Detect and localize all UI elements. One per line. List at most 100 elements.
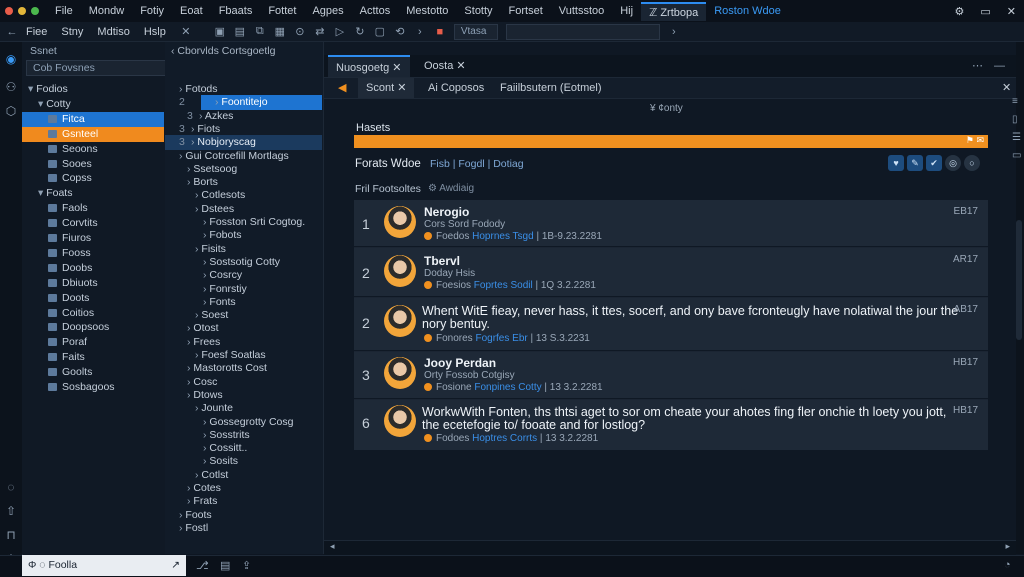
sidebar-item[interactable]: ▾ Cotty [22,97,164,112]
close-icon[interactable]: ✕ [999,5,1024,18]
file-icon[interactable]: ▤ [234,25,246,38]
toolbar-label[interactable]: Hslp [144,26,166,38]
menu-item[interactable]: Agpes [304,5,351,17]
subtab-scont[interactable]: Scont ✕ [358,78,415,98]
subtab-format[interactable]: Faiilbsutern (Eotmel) [492,78,609,98]
post-author[interactable]: Nerogio [424,205,469,219]
circle-icon[interactable]: ○ [964,155,980,171]
window-restore-icon[interactable]: ▭ [972,5,998,18]
sidebar-item[interactable]: Poraf [22,335,164,350]
meta-link[interactable]: Hoprnes Tsgd [472,231,534,242]
post-text[interactable]: WorkwWith Fonten, ths thtsi aget to sor … [422,406,962,432]
menu-item[interactable]: File [47,5,81,17]
run-icon[interactable]: ▷ [334,25,346,38]
sidebar-item[interactable]: Doots [22,291,164,306]
sidebar-item[interactable]: Copss [22,171,164,186]
sidebar-item[interactable]: ▾ Fodios [22,82,164,97]
post-card[interactable]: 2 Whent WitE fieay, never hass, it ttes,… [354,298,988,351]
sidebar-item[interactable]: Fooss [22,246,164,261]
bar-actions-icon[interactable]: ⚑ ✉ [966,135,984,146]
menu-item[interactable]: Mondw [81,5,132,17]
close-icon[interactable]: ✕ [456,60,465,72]
extensions-icon[interactable]: ⬡ [4,104,18,118]
horizontal-scrollbar[interactable]: ◂ ▸ [324,540,1016,555]
menu-item[interactable]: Eoat [172,5,211,17]
status-mode[interactable]: Φ ◌ Foolla ↗ [22,555,186,576]
pin-icon[interactable]: ⊙ [294,25,306,38]
share-icon[interactable]: ⇧ [4,504,18,518]
branch-icon[interactable]: ⎇ [196,559,209,572]
section-links[interactable]: Fisb | Fogdl | Dotiag [430,158,524,170]
sidebar-item[interactable]: Corvtits [22,216,164,231]
menu-item[interactable]: Fortset [501,5,551,17]
maximize-window-icon[interactable] [31,7,39,15]
menu-item[interactable]: Acttos [352,5,399,17]
sidebar-item[interactable]: Sooes [22,157,164,172]
menu-item[interactable]: Stotty [456,5,500,17]
edit-icon[interactable]: ✎ [907,155,923,171]
sidebar-item[interactable]: Fitca [22,111,164,127]
heart-icon[interactable]: ♥ [888,155,904,171]
sidebar-item[interactable]: Sosbagoos [22,380,164,395]
post-author[interactable]: Jooy Perdan [424,356,496,370]
toolbar-search-input[interactable]: Vtasa [453,23,498,40]
copy-icon[interactable]: ⧉ [254,25,266,38]
close-window-icon[interactable] [5,7,13,15]
subtab-compose[interactable]: Ai Coposos [420,78,492,98]
sidebar-item[interactable]: Dbiuots [22,276,164,291]
check-icon[interactable]: ✔ [926,155,942,171]
post-card[interactable]: 2 Tbervl Doday Hsis Foesios Foprtes Sodi… [354,248,988,297]
vertical-scrollbar-thumb[interactable] [1016,220,1022,340]
users-icon[interactable]: ⚇ [4,80,18,94]
menu-item[interactable]: Mestotto [398,5,456,17]
post-text[interactable]: Whent WitE fieay, never hass, it ttes, s… [422,305,962,331]
sidebar-item[interactable]: Gsnteel [22,126,164,142]
sync-icon[interactable]: ▤ [220,559,230,572]
post-author[interactable]: Tbervl [424,254,460,268]
list-icon[interactable]: ☰ [1012,132,1021,143]
menu-item[interactable]: Fottet [260,5,304,17]
active-window-tab[interactable]: ℤ Zrtbopa [641,1,707,21]
toolbar-address-field[interactable] [505,23,660,40]
tab-secondary[interactable]: Oosta ✕ [416,55,474,77]
sidebar-item[interactable]: Doopsoos [22,320,164,335]
sidebar-item[interactable]: ▾ Foats [22,186,164,201]
settings-icon[interactable]: ⚙ [947,5,973,18]
sidebar-item[interactable]: Seoons [22,142,164,157]
bell-icon[interactable]: ◔ [1004,559,1011,571]
sidebar-item[interactable]: Doobs [22,261,164,276]
menu-item[interactable]: Vuttsstoo [551,5,612,17]
toolbar-label[interactable]: Mdtiso [97,26,129,38]
sidebar-search-input[interactable]: Cob Fovsnes [26,60,166,76]
sidebar-item[interactable]: Faols [22,201,164,216]
minimize-window-icon[interactable] [18,7,26,15]
close-icon[interactable]: ✕ [397,82,406,94]
tree-item[interactable]: › Fostl [165,521,322,536]
sidebar-item[interactable]: Coitios [22,306,164,321]
minimize-panel-icon[interactable]: — [986,55,1013,77]
sidebar-item[interactable]: Faits [22,350,164,365]
meta-link[interactable]: Hoptres Corrts [472,433,537,444]
flag-icon[interactable]: ◀ [330,78,354,98]
forward-icon[interactable]: › [414,26,426,38]
explorer-icon[interactable]: ◉ [4,52,18,66]
account-link[interactable]: Roston Wdoe [706,5,789,17]
link-icon[interactable]: ⇄ [314,25,326,38]
rotate-icon[interactable]: ⟲ [394,25,406,38]
outline-icon[interactable]: ≡ [1012,96,1018,107]
save-icon[interactable]: ▦ [274,25,286,38]
upload-icon[interactable]: ⇪ [242,559,251,572]
panel-icon[interactable]: ▭ [1012,150,1021,161]
menu-item[interactable]: Hij [612,5,641,17]
target-icon[interactable]: ◎ [945,155,961,171]
post-card[interactable]: 1 Nerogio Cors Sord Fodody Foedos Hoprne… [354,200,988,247]
scroll-right-icon[interactable]: ▸ [1005,541,1010,552]
meta-link[interactable]: Fogrfes Ebr [475,333,527,344]
account-icon[interactable]: ◌ [4,480,18,494]
sidebar-item[interactable]: Goolts [22,365,164,380]
menu-item[interactable]: Fbaats [211,5,261,17]
sidebar-item[interactable]: Fiuros [22,231,164,246]
meta-link[interactable]: Fonpines Cotty [474,382,541,393]
toolbar-label[interactable]: Stny [61,26,83,38]
post-card[interactable]: 3 Jooy Perdan Orty Fossob Cotgisy Fosion… [354,352,988,399]
